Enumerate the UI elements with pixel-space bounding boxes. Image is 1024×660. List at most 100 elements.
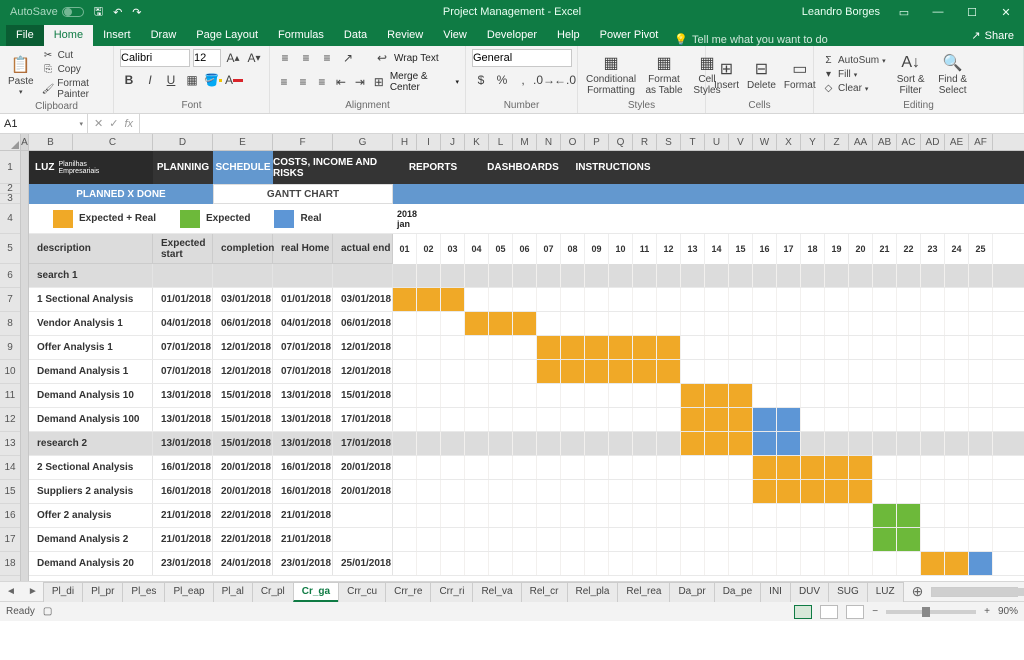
increase-font-icon[interactable]: A▴ <box>224 49 242 67</box>
col-header[interactable]: K <box>465 134 489 150</box>
copy-button[interactable]: ⎘Copy <box>40 63 107 76</box>
day-header[interactable]: 01 <box>393 234 417 264</box>
day-header[interactable]: 18 <box>801 234 825 264</box>
align-top-icon[interactable]: ≡ <box>276 49 294 67</box>
macro-record-icon[interactable]: ▢ <box>43 606 52 617</box>
autosum-button[interactable]: ΣAutoSum▾ <box>820 54 888 67</box>
find-select-button[interactable]: 🔍Find & Select <box>934 51 972 98</box>
row-header[interactable]: 19 <box>0 576 20 581</box>
row-header[interactable]: 5 <box>0 234 20 264</box>
day-header[interactable]: 15 <box>729 234 753 264</box>
table-row[interactable]: research 213/01/201815/01/201813/01/2018… <box>29 432 1024 456</box>
col-header[interactable]: W <box>753 134 777 150</box>
undo-icon[interactable]: ↶ <box>113 6 122 19</box>
name-box[interactable]: A1▾ <box>0 114 88 133</box>
col-header[interactable]: J <box>441 134 465 150</box>
col-header[interactable]: O <box>561 134 585 150</box>
day-header[interactable]: 13 <box>681 234 705 264</box>
clear-button[interactable]: ◇Clear▾ <box>820 82 888 95</box>
nav-costs-income-and-risks[interactable]: COSTS, INCOME AND RISKS <box>273 151 393 184</box>
sheet-tab-da_pe[interactable]: Da_pe <box>714 582 761 602</box>
col-header[interactable]: D <box>153 134 213 150</box>
row-header[interactable]: 18 <box>0 552 20 576</box>
sheet-tab-duv[interactable]: DUV <box>790 582 829 602</box>
sheet-nav-next[interactable]: ► <box>22 586 44 597</box>
col-header[interactable]: Q <box>609 134 633 150</box>
ribbon-tab-view[interactable]: View <box>433 25 477 46</box>
day-header[interactable]: 17 <box>777 234 801 264</box>
add-sheet-button[interactable]: ⊕ <box>904 583 932 600</box>
row-header[interactable]: 14 <box>0 456 20 480</box>
currency-icon[interactable]: $ <box>472 71 490 89</box>
font-name-select[interactable] <box>120 49 190 67</box>
sheet-tab-pl_eap[interactable]: Pl_eap <box>164 582 213 602</box>
align-bottom-icon[interactable]: ≡ <box>318 49 336 67</box>
border-button[interactable]: ▦ <box>183 71 201 89</box>
sheet-tab-ini[interactable]: INI <box>760 582 791 602</box>
table-header[interactable]: description <box>29 234 153 263</box>
day-header[interactable]: 22 <box>897 234 921 264</box>
zoom-slider[interactable] <box>886 610 976 614</box>
table-row[interactable]: Demand Analysis 10013/01/201815/01/20181… <box>29 408 1024 432</box>
nav-planning[interactable]: PLANNING <box>153 151 213 184</box>
table-row[interactable]: Demand Analysis 221/01/201822/01/201821/… <box>29 528 1024 552</box>
col-header[interactable]: R <box>633 134 657 150</box>
nav-dashboards[interactable]: DASHBOARDS <box>473 151 573 184</box>
enter-formula-icon[interactable]: ✓ <box>109 117 118 130</box>
row-header[interactable]: 8 <box>0 312 20 336</box>
ribbon-options-icon[interactable]: ▭ <box>894 6 914 19</box>
sheet-tab-rel_pla[interactable]: Rel_pla <box>567 582 619 602</box>
autosave-toggle[interactable]: AutoSave <box>10 6 84 18</box>
row-header[interactable]: 3 <box>0 194 20 204</box>
user-name[interactable]: Leandro Borges <box>802 6 880 18</box>
sheet-tab-luz[interactable]: LUZ <box>867 582 904 602</box>
day-header[interactable]: 12 <box>657 234 681 264</box>
row-header[interactable]: 6 <box>0 264 20 288</box>
fx-icon[interactable]: fx <box>124 118 133 130</box>
ribbon-tab-file[interactable]: File <box>6 25 44 46</box>
col-header[interactable]: E <box>213 134 273 150</box>
table-row[interactable]: 2 Sectional Analysis16/01/201820/01/2018… <box>29 456 1024 480</box>
redo-icon[interactable]: ↷ <box>132 6 141 19</box>
bold-button[interactable]: B <box>120 71 138 89</box>
table-header[interactable]: completion <box>213 234 273 263</box>
sheet-tab-pl_di[interactable]: Pl_di <box>43 582 83 602</box>
col-header[interactable]: I <box>417 134 441 150</box>
day-header[interactable]: 20 <box>849 234 873 264</box>
col-header[interactable]: AC <box>897 134 921 150</box>
col-header[interactable]: G <box>333 134 393 150</box>
align-right-icon[interactable]: ≡ <box>314 73 330 91</box>
comma-icon[interactable]: , <box>514 71 532 89</box>
day-header[interactable]: 08 <box>561 234 585 264</box>
col-header-a[interactable]: A <box>21 134 29 150</box>
view-page-break-icon[interactable] <box>846 605 864 619</box>
day-header[interactable]: 19 <box>825 234 849 264</box>
day-header[interactable]: 14 <box>705 234 729 264</box>
table-row[interactable]: Demand Analysis 2023/01/201824/01/201823… <box>29 552 1024 576</box>
conditional-formatting-button[interactable]: ▦Conditional Formatting <box>584 51 638 98</box>
sheet-tab-pl_pr[interactable]: Pl_pr <box>82 582 123 602</box>
day-header[interactable]: 04 <box>465 234 489 264</box>
col-header[interactable]: X <box>777 134 801 150</box>
align-middle-icon[interactable]: ≡ <box>297 49 315 67</box>
sort-filter-button[interactable]: A↓Sort & Filter <box>892 51 930 98</box>
subnav-planned-x-done[interactable]: PLANNED X DONE <box>29 184 213 204</box>
sheet-nav-prev[interactable]: ◄ <box>0 586 22 597</box>
col-header[interactable]: F <box>273 134 333 150</box>
select-all-triangle[interactable] <box>0 134 21 150</box>
day-header[interactable]: 05 <box>489 234 513 264</box>
spreadsheet-grid[interactable]: 12345678910111213141516171819 LUZPlanilh… <box>0 151 1024 581</box>
row-header[interactable]: 13 <box>0 432 20 456</box>
day-header[interactable]: 23 <box>921 234 945 264</box>
table-row[interactable]: Offer 2 analysis21/01/201822/01/201821/0… <box>29 504 1024 528</box>
format-as-table-button[interactable]: ▦Format as Table <box>642 51 686 98</box>
zoom-out-button[interactable]: − <box>872 606 878 617</box>
insert-cells-button[interactable]: ⊞Insert <box>712 57 741 93</box>
font-size-select[interactable] <box>193 49 221 67</box>
italic-button[interactable]: I <box>141 71 159 89</box>
day-header[interactable]: 16 <box>753 234 777 264</box>
indent-increase-icon[interactable]: ⇥ <box>352 73 368 91</box>
nav-instructions[interactable]: INSTRUCTIONS <box>573 151 653 184</box>
sheet-tab-sug[interactable]: SUG <box>828 582 868 602</box>
sheet-tab-rel_cr[interactable]: Rel_cr <box>521 582 568 602</box>
